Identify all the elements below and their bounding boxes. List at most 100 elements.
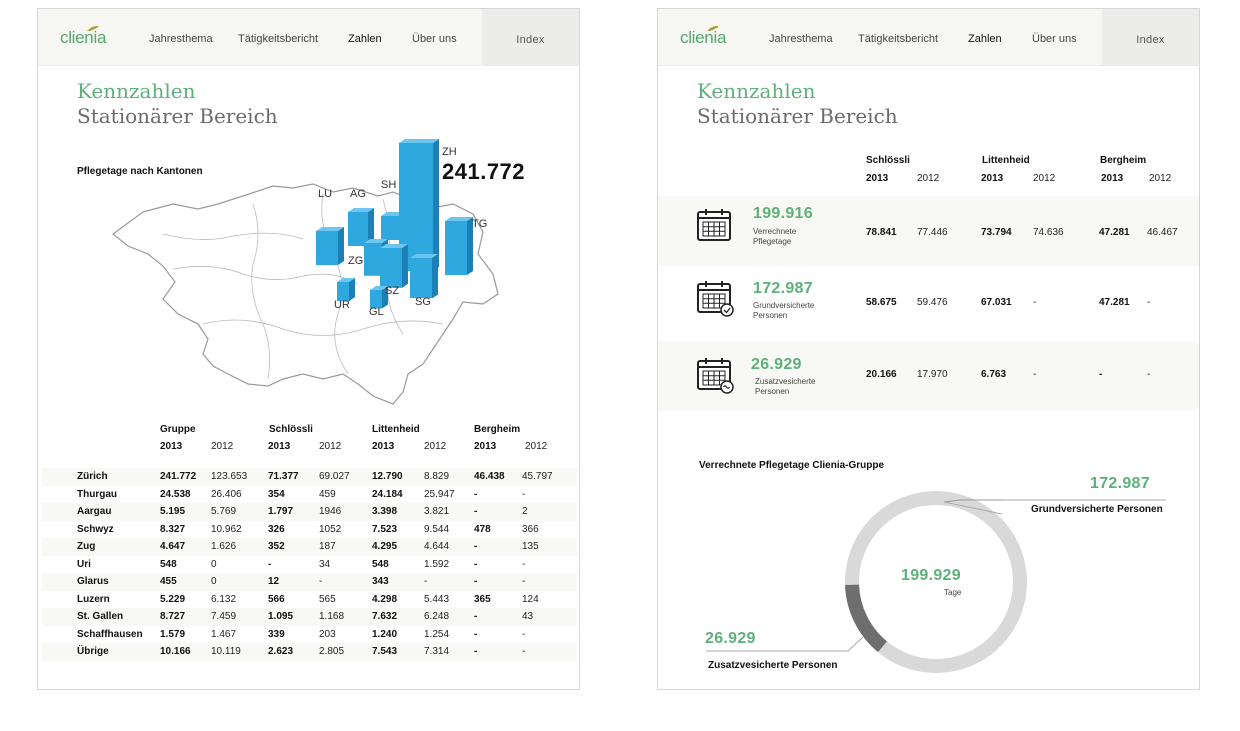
table-cell: 354	[268, 488, 285, 500]
table-cell: -	[522, 576, 526, 587]
row-label: Luzern	[77, 593, 110, 605]
table-cell: 548	[372, 558, 389, 570]
page-title: Kennzahlen	[697, 79, 816, 103]
nav-index[interactable]: Index	[482, 9, 579, 66]
nav-taetigkeitsbericht[interactable]: Tätigkeitsbericht	[858, 33, 938, 45]
row-label: Schaffhausen	[77, 628, 143, 640]
table-cell: 1.579	[160, 628, 186, 640]
kpi-value: 199.916	[753, 205, 813, 222]
kpi-cell: 58.675	[866, 297, 897, 308]
table-cell: -	[522, 558, 526, 570]
table-cell: 0	[211, 576, 217, 587]
kpi-value: 172.987	[753, 280, 813, 297]
calendar-icon	[697, 209, 731, 241]
table-row: Aargau 5.195 5.769 1.797 1946 3.398 3.821 - 2	[42, 503, 577, 521]
col-group-gruppe: Gruppe	[160, 424, 196, 435]
table-cell: -	[522, 488, 526, 500]
table-cell: 455	[160, 576, 177, 587]
nav-jahresthema[interactable]: Jahresthema	[149, 33, 213, 45]
kpi-value: 26.929	[751, 356, 802, 373]
calendar-check-icon	[697, 281, 734, 317]
col-group-bergheim: Bergheim	[474, 424, 521, 435]
page-title: Kennzahlen	[77, 79, 196, 103]
clienia-logo[interactable]: clienia	[60, 25, 106, 48]
kpi-cell: 20.166	[866, 369, 897, 380]
table-cell: -	[424, 576, 428, 587]
table-cell: 7.632	[372, 611, 398, 622]
year-2012: 2012	[525, 441, 548, 452]
kpi-cell: -	[1147, 369, 1151, 380]
clienia-logo[interactable]: clienia	[680, 25, 727, 48]
kpi-cell: -	[1099, 369, 1103, 380]
year-2012: 2012	[1149, 173, 1172, 184]
table-cell: 478	[474, 523, 491, 535]
year-2013: 2013	[160, 441, 183, 452]
year-2013: 2013	[866, 173, 889, 184]
page-subtitle: Stationärer Bereich	[77, 104, 278, 128]
kpi-cell: 6.763	[981, 369, 1007, 380]
table-cell: 4.647	[160, 541, 186, 552]
table-cell: 1.626	[211, 541, 237, 552]
kpi-label: Grundversicherte	[753, 301, 815, 310]
table-cell: 123.653	[211, 471, 248, 482]
col-group-littenheid: Littenheid	[372, 424, 420, 435]
table-cell: 1.797	[268, 506, 294, 517]
table-cell: 1.254	[424, 628, 450, 640]
table-cell: 203	[319, 628, 336, 640]
canton-label-lu: LU	[318, 188, 333, 200]
table-cell: 5.229	[160, 593, 186, 605]
table-cell: -	[474, 611, 478, 622]
table-cell: 2	[522, 506, 528, 517]
canton-label-ur: UR	[334, 299, 350, 311]
table-row: Glarus 455 0 12 - 343 - - -	[42, 573, 577, 591]
table-cell: -	[474, 558, 478, 570]
table-cell: 34	[319, 558, 331, 570]
table-cell: 71.377	[268, 471, 299, 482]
donut-category-label: Grundversicherte Personen	[1031, 504, 1163, 515]
table-cell: 9.544	[424, 523, 450, 535]
nav-ueber-uns[interactable]: Über uns	[1032, 33, 1077, 45]
table-cell: 565	[319, 593, 336, 605]
row-label: Zürich	[77, 471, 108, 482]
leaf-icon	[707, 25, 719, 32]
switzerland-map	[112, 183, 499, 405]
canton-label-sz: SZ	[385, 285, 400, 297]
table-cell: 548	[160, 558, 177, 570]
nav-index[interactable]: Index	[1102, 9, 1199, 66]
year-2013: 2013	[474, 441, 497, 452]
table-cell: 24.538	[160, 488, 191, 500]
map-big-value: 241.772	[442, 159, 526, 184]
nav-jahresthema[interactable]: Jahresthema	[769, 33, 833, 45]
col-group-schloessli: Schlössli	[866, 155, 910, 166]
row-label: St. Gallen	[77, 611, 124, 622]
nav-ueber-uns[interactable]: Über uns	[412, 33, 457, 45]
kpi-label: Personen	[755, 387, 790, 396]
kpi-label: Zusatzvesicherte	[755, 377, 816, 386]
table-row: Zug 4.647 1.626 352 187 4.295 4.644 - 135	[42, 538, 577, 556]
nav-zahlen[interactable]: Zahlen	[968, 33, 1002, 45]
table-cell: 10.119	[211, 646, 241, 657]
table-cell: 69.027	[319, 471, 350, 482]
nav-zahlen[interactable]: Zahlen	[348, 33, 382, 45]
table-cell: 5.443	[424, 593, 450, 605]
canton-label-sh: SH	[381, 179, 397, 191]
kpi-cell: 78.841	[866, 227, 897, 238]
canton-label-zg: ZG	[348, 255, 364, 267]
table-cell: -	[474, 506, 478, 517]
table-cell: 12.790	[372, 471, 403, 482]
table-cell: -	[474, 576, 478, 587]
donut-value-label: 26.929	[705, 630, 756, 647]
table-cell: -	[474, 541, 478, 552]
row-label: Thurgau	[77, 488, 117, 500]
year-2012: 2012	[319, 441, 342, 452]
table-cell: 1.467	[211, 628, 237, 640]
year-2012: 2012	[424, 441, 447, 452]
table-cell: 2.805	[319, 646, 345, 657]
nav-taetigkeitsbericht[interactable]: Tätigkeitsbericht	[238, 33, 318, 45]
kpi-cell: -	[1147, 297, 1151, 308]
table-cell: 1.592	[424, 558, 450, 570]
table-row: St. Gallen 8.727 7.459 1.095 1.168 7.632 6.248…	[42, 608, 577, 626]
logo-text: clienia	[680, 28, 727, 47]
page-subtitle: Stationärer Bereich	[697, 104, 898, 128]
top-nav: clienia Jahresthema Tätigkeitsbericht Za…	[38, 9, 579, 66]
